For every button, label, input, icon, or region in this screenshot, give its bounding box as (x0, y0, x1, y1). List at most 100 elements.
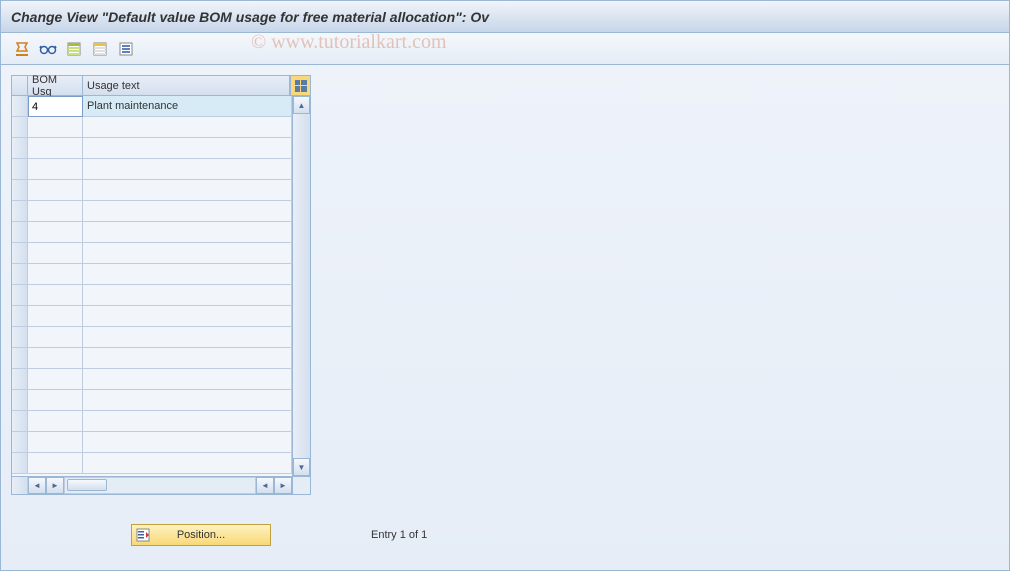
vscroll-track[interactable] (293, 114, 310, 458)
bom-usg-value: 4 (32, 101, 38, 113)
hscroll-track[interactable] (64, 477, 256, 494)
empty-cell (83, 369, 292, 390)
toggle-button[interactable] (11, 38, 33, 60)
row-selector[interactable] (12, 411, 28, 432)
empty-cell (83, 411, 292, 432)
row-selector[interactable] (12, 432, 28, 453)
entry-count-text: Entry 1 of 1 (371, 529, 427, 541)
empty-cell[interactable] (28, 222, 83, 243)
table-row (12, 285, 292, 306)
row-selector[interactable] (12, 159, 28, 180)
table-row (12, 432, 292, 453)
empty-cell[interactable] (28, 390, 83, 411)
table-row (12, 180, 292, 201)
empty-cell[interactable] (28, 453, 83, 474)
hscroll-left-button[interactable]: ◄ (28, 477, 46, 494)
deselect-all-button[interactable] (89, 38, 111, 60)
empty-cell (83, 285, 292, 306)
column-header-usage-text[interactable]: Usage text (83, 76, 290, 95)
page-title: Change View "Default value BOM usage for… (11, 9, 489, 25)
select-all-icon (67, 42, 81, 56)
table-row (12, 222, 292, 243)
empty-cell[interactable] (28, 432, 83, 453)
row-selector[interactable] (12, 369, 28, 390)
empty-cell[interactable] (28, 138, 83, 159)
row-selector[interactable] (12, 180, 28, 201)
empty-cell[interactable] (28, 285, 83, 306)
empty-cell[interactable] (28, 411, 83, 432)
horizontal-scrollbar: ◄ ► ◄ ► (12, 476, 292, 494)
position-button[interactable]: Position... (131, 524, 271, 546)
empty-cell (83, 327, 292, 348)
empty-cell (83, 432, 292, 453)
table-row (12, 453, 292, 474)
hscroll-right-button[interactable]: ► (46, 477, 64, 494)
row-selector[interactable] (12, 453, 28, 474)
row-selector[interactable] (12, 306, 28, 327)
cell-bom-usg[interactable]: 4 (28, 96, 83, 117)
table-row (12, 327, 292, 348)
empty-cell (83, 180, 292, 201)
empty-cell (83, 117, 292, 138)
empty-cell[interactable] (28, 159, 83, 180)
table-row: 4 Plant maintenance (12, 96, 292, 117)
row-selector[interactable] (12, 117, 28, 138)
row-selector[interactable] (12, 243, 28, 264)
row-selector[interactable] (12, 390, 28, 411)
row-selector[interactable] (12, 348, 28, 369)
scroll-corner (293, 476, 310, 494)
delimit-icon (119, 42, 133, 56)
empty-cell (83, 306, 292, 327)
row-selector[interactable] (12, 201, 28, 222)
glasses-icon (39, 42, 57, 56)
hscroll-right-button-2[interactable]: ► (274, 477, 292, 494)
toggle-icon (14, 41, 30, 57)
table-body: 4 Plant maintenance (12, 96, 292, 476)
table-row (12, 348, 292, 369)
table-row (12, 138, 292, 159)
config-icon (295, 80, 307, 92)
empty-cell[interactable] (28, 348, 83, 369)
empty-cell[interactable] (28, 180, 83, 201)
table-row (12, 159, 292, 180)
vertical-scrollbar: ▲ ▼ (292, 96, 310, 494)
empty-cell (83, 138, 292, 159)
empty-cell[interactable] (28, 327, 83, 348)
empty-cell (83, 390, 292, 411)
footer-bar: Position... Entry 1 of 1 (11, 520, 999, 550)
table-row (12, 243, 292, 264)
hscroll-thumb[interactable] (67, 479, 107, 491)
empty-cell[interactable] (28, 264, 83, 285)
empty-cell (83, 159, 292, 180)
table-config-button[interactable] (290, 76, 310, 95)
empty-cell[interactable] (28, 117, 83, 138)
empty-cell[interactable] (28, 306, 83, 327)
row-selector[interactable] (12, 285, 28, 306)
table-row (12, 264, 292, 285)
row-selector[interactable] (12, 138, 28, 159)
row-selector[interactable] (12, 327, 28, 348)
delimit-button[interactable] (115, 38, 137, 60)
vscroll-down-button[interactable]: ▼ (293, 458, 310, 476)
table-select-all[interactable] (12, 76, 28, 95)
empty-cell[interactable] (28, 369, 83, 390)
table-row (12, 390, 292, 411)
row-selector[interactable] (12, 222, 28, 243)
select-all-button[interactable] (63, 38, 85, 60)
empty-cell (83, 453, 292, 474)
usage-text-value: Plant maintenance (87, 100, 178, 112)
content-area: BOM Usg Usage text 4 Plant maintenance (1, 65, 1009, 570)
empty-cell (83, 222, 292, 243)
table-row (12, 117, 292, 138)
other-view-button[interactable] (37, 38, 59, 60)
row-selector[interactable] (12, 264, 28, 285)
empty-cell[interactable] (28, 201, 83, 222)
row-selector[interactable] (12, 96, 28, 117)
empty-cell (83, 243, 292, 264)
vscroll-up-button[interactable]: ▲ (293, 96, 310, 114)
empty-cell[interactable] (28, 243, 83, 264)
hscroll-left-button-2[interactable]: ◄ (256, 477, 274, 494)
column-header-bom-usg[interactable]: BOM Usg (28, 76, 83, 95)
title-bar: Change View "Default value BOM usage for… (1, 1, 1009, 33)
position-icon (136, 528, 150, 542)
